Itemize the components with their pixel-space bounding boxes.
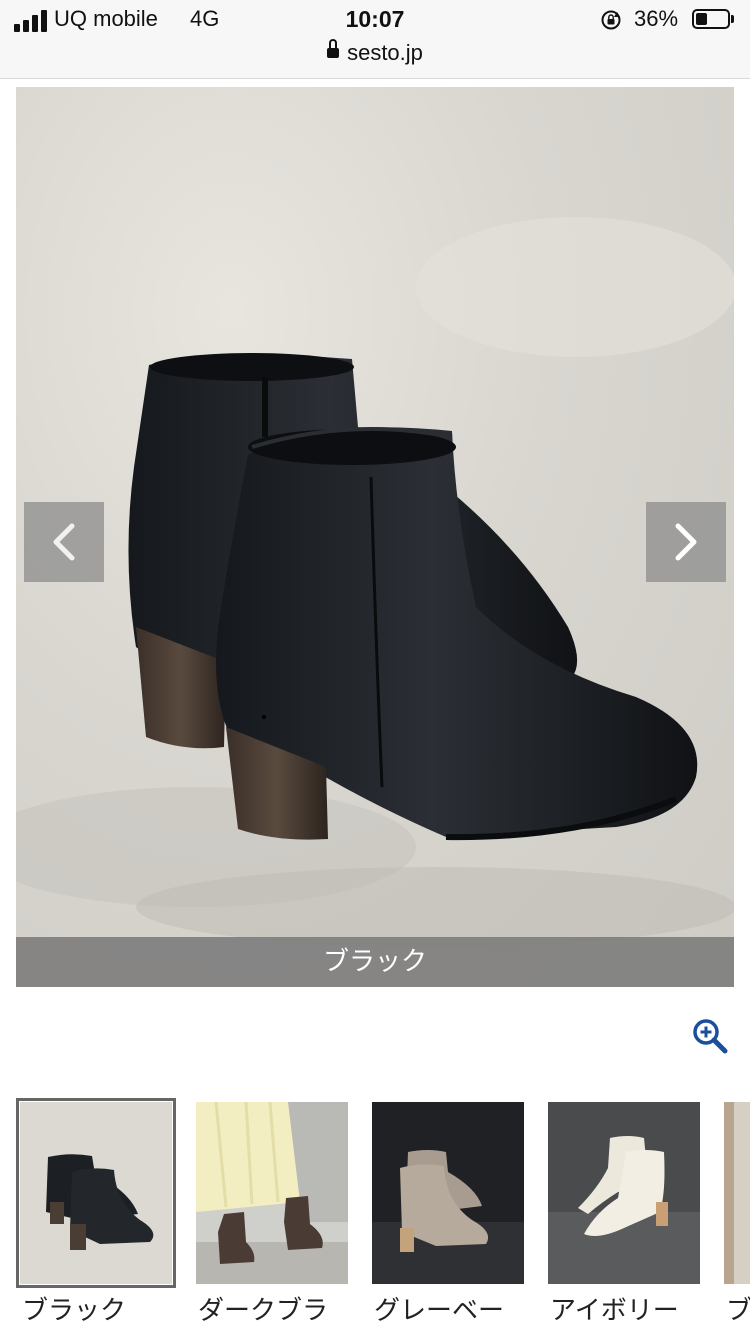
boots-photo — [16, 217, 734, 947]
thumbnail-partial[interactable]: ブ — [724, 1102, 750, 1330]
thumbnail-image — [548, 1102, 700, 1284]
thumbnail-image — [16, 1098, 176, 1288]
battery-tip — [731, 15, 734, 23]
url-bar[interactable]: sesto.jp — [0, 39, 750, 66]
thumbnail-ivory[interactable]: アイボリー — [548, 1102, 700, 1330]
previous-image-button[interactable] — [24, 502, 104, 582]
url-text: sesto.jp — [347, 40, 423, 65]
thumbnail-label: ダークブラ — [198, 1296, 329, 1326]
battery-level — [696, 13, 707, 25]
thumbnail-gray-beige[interactable]: グレーベー — [372, 1102, 524, 1330]
lock-icon — [327, 39, 340, 61]
next-image-button[interactable] — [646, 502, 726, 582]
thumbnail-image — [372, 1102, 524, 1284]
zoom-in-icon[interactable] — [692, 1018, 728, 1054]
thumbnail-image — [724, 1102, 750, 1284]
thumbnail-label: ブ — [726, 1296, 750, 1326]
status-bar: UQ mobile 4G 10:07 36% sesto.jp — [0, 0, 750, 79]
thumbnail-label: ブラック — [22, 1296, 127, 1326]
chevron-left-icon — [53, 523, 75, 561]
battery-icon — [692, 9, 730, 29]
chevron-right-icon — [675, 523, 697, 561]
thumbnail-black[interactable]: ブラック — [16, 1098, 176, 1330]
battery-percent: 36% — [634, 6, 679, 31]
product-main-image[interactable]: ブラック — [16, 87, 734, 987]
rotation-lock-icon — [601, 10, 621, 30]
color-caption: ブラック — [322, 947, 427, 977]
thumbnail-image — [196, 1102, 348, 1284]
thumbnail-label: グレーベー — [374, 1296, 505, 1326]
color-caption-bar: ブラック — [16, 937, 734, 987]
thumbnail-dark-brown[interactable]: ダークブラ — [196, 1102, 348, 1330]
thumbnail-label: アイボリー — [550, 1296, 679, 1326]
